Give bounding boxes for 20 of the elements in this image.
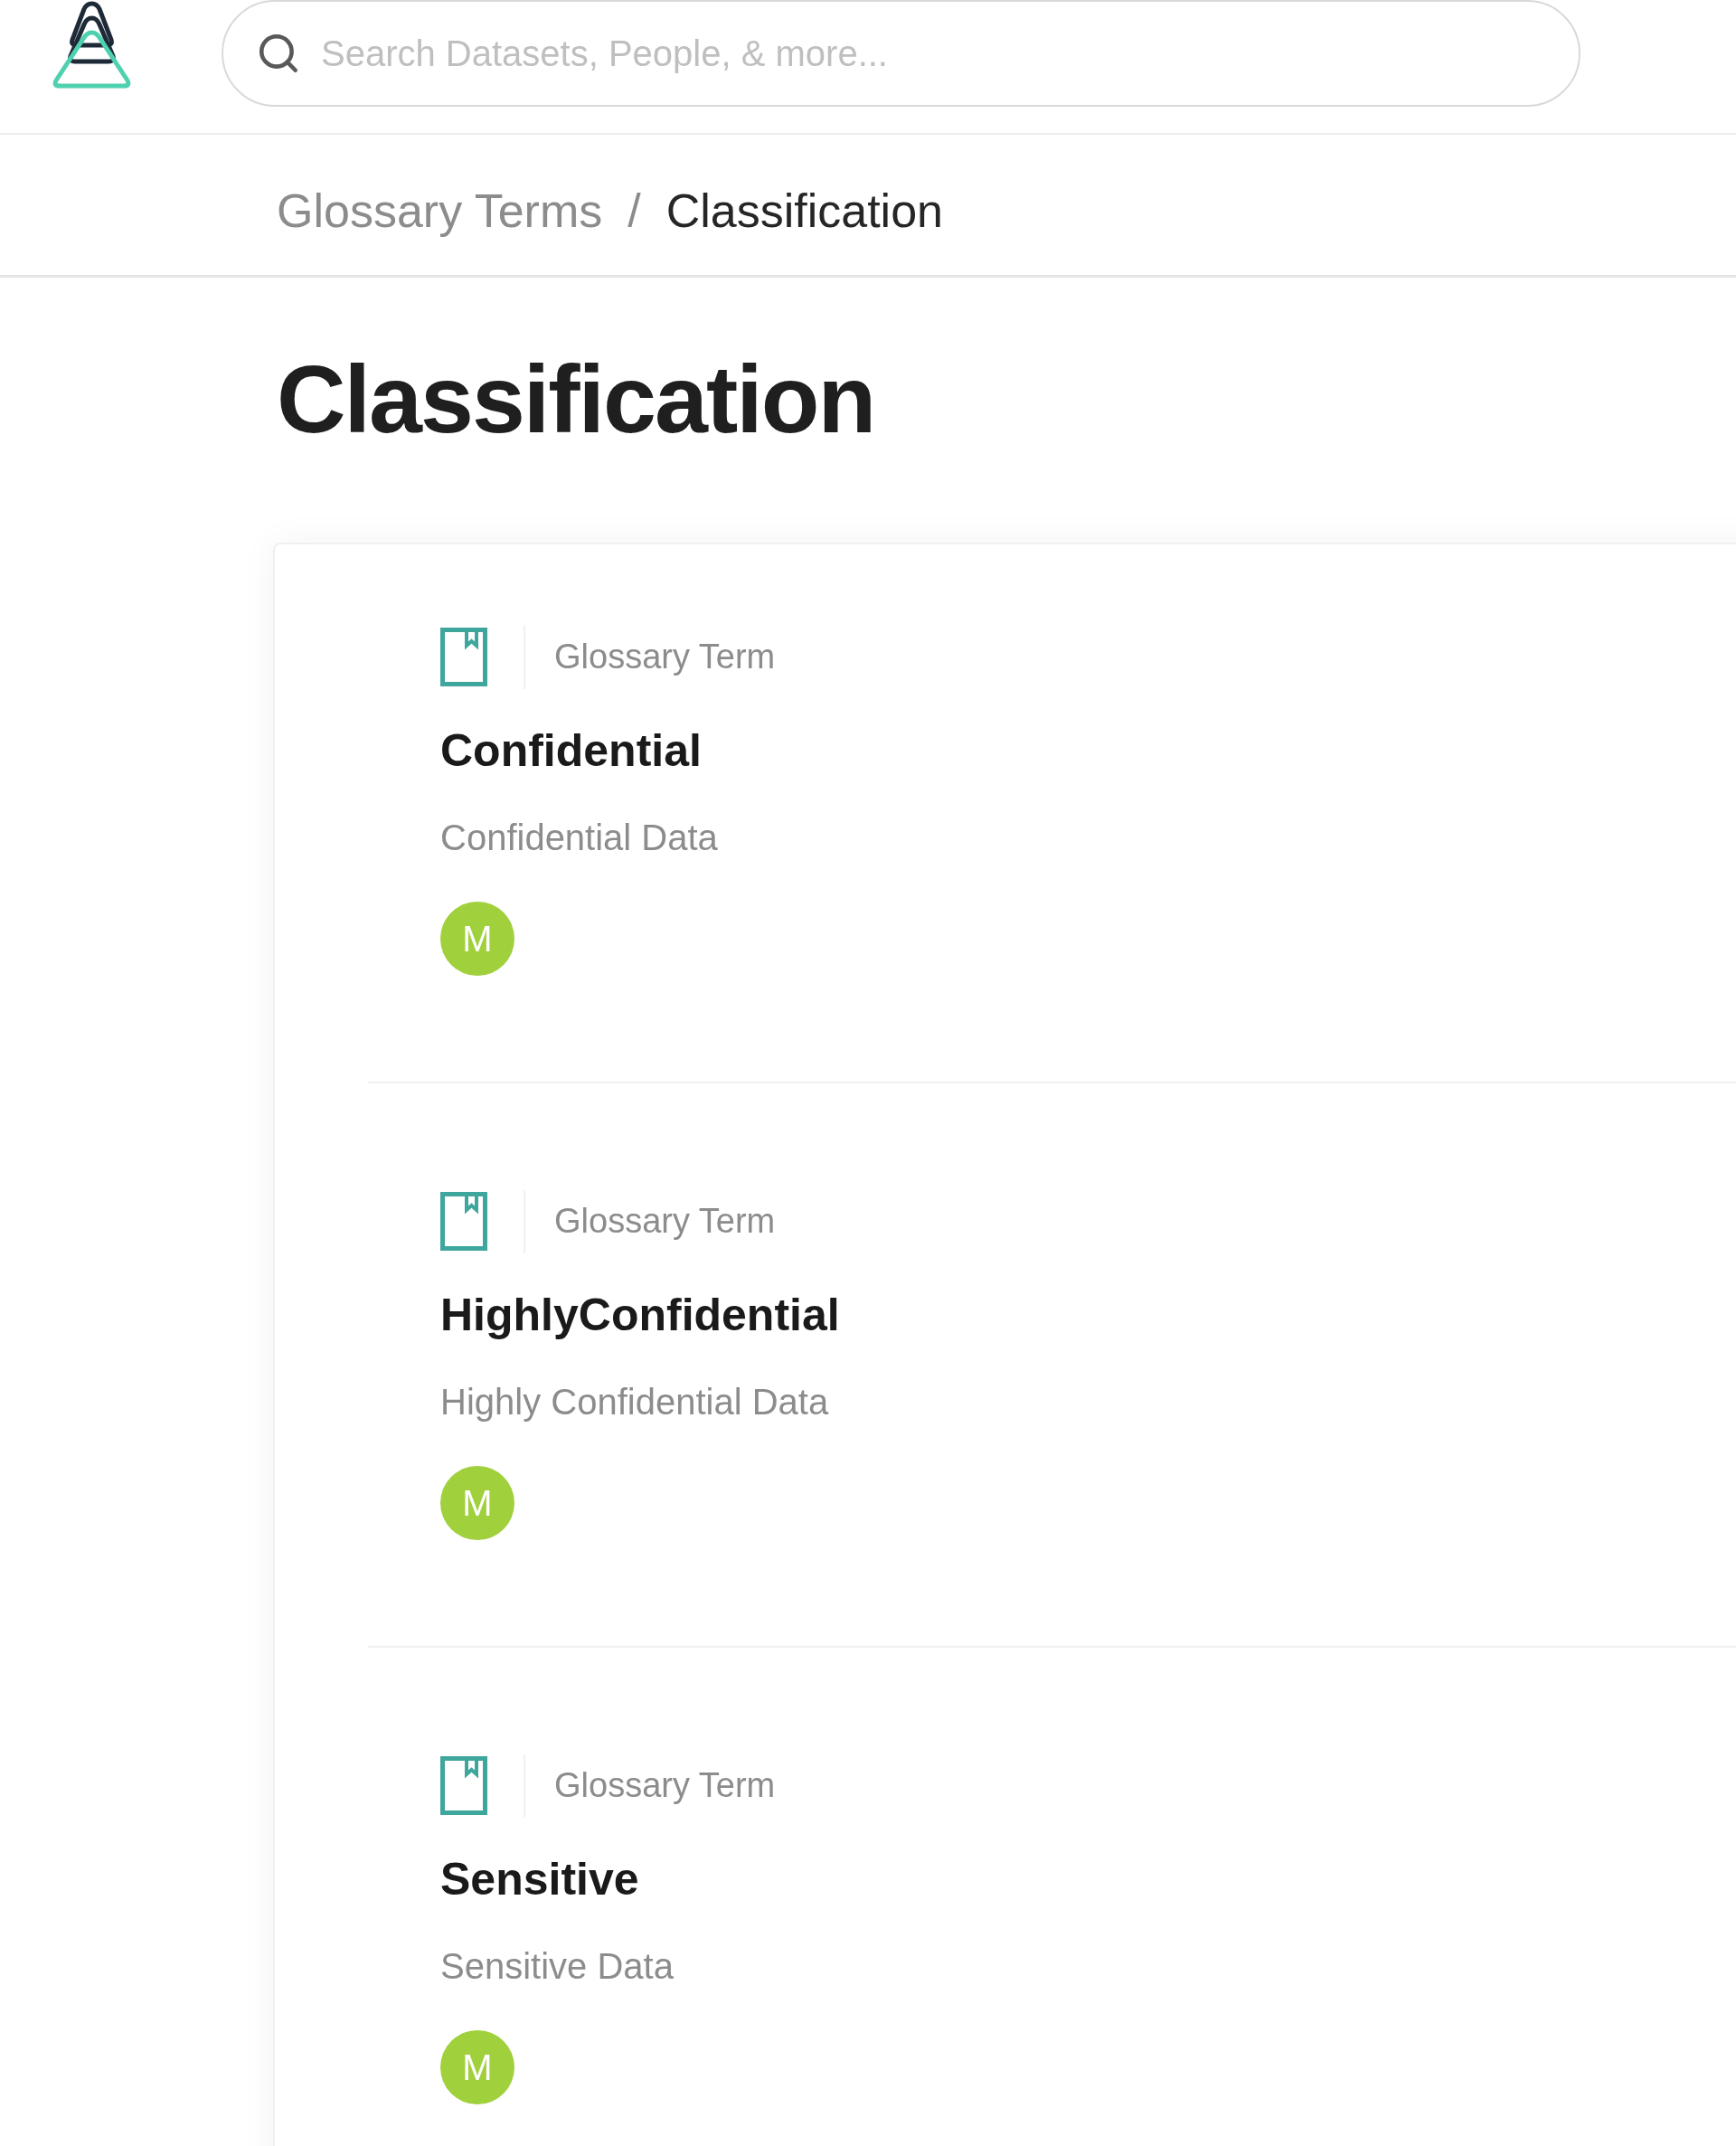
term-name-link[interactable]: HighlyConfidential xyxy=(440,1288,840,1342)
term-description: Highly Confidential Data xyxy=(440,1381,829,1423)
breadcrumb-link[interactable]: Glossary Terms xyxy=(277,175,603,246)
breadcrumb-current: Classification xyxy=(665,183,943,239)
book-icon xyxy=(440,628,487,686)
owner-avatar[interactable]: M xyxy=(440,2030,514,2104)
entity-type-label: Glossary Term xyxy=(554,1201,776,1242)
term-description: Sensitive Data xyxy=(440,1945,674,1988)
breadcrumb-separator: / xyxy=(627,183,641,239)
entity-type-label: Glossary Term xyxy=(554,1765,776,1806)
owner-avatar[interactable]: M xyxy=(440,1466,514,1540)
book-icon xyxy=(440,1756,487,1815)
search-field[interactable]: Search Datasets, People, & more... xyxy=(222,0,1580,107)
owner-avatar[interactable]: M xyxy=(440,902,514,976)
page-title: Classification xyxy=(277,351,875,447)
book-icon xyxy=(440,1192,487,1251)
term-description: Confidential Data xyxy=(440,817,718,859)
term-name-link[interactable]: Sensitive xyxy=(440,1852,639,1906)
term-name-link[interactable]: Confidential xyxy=(440,723,702,778)
entity-type-label: Glossary Term xyxy=(554,637,776,677)
